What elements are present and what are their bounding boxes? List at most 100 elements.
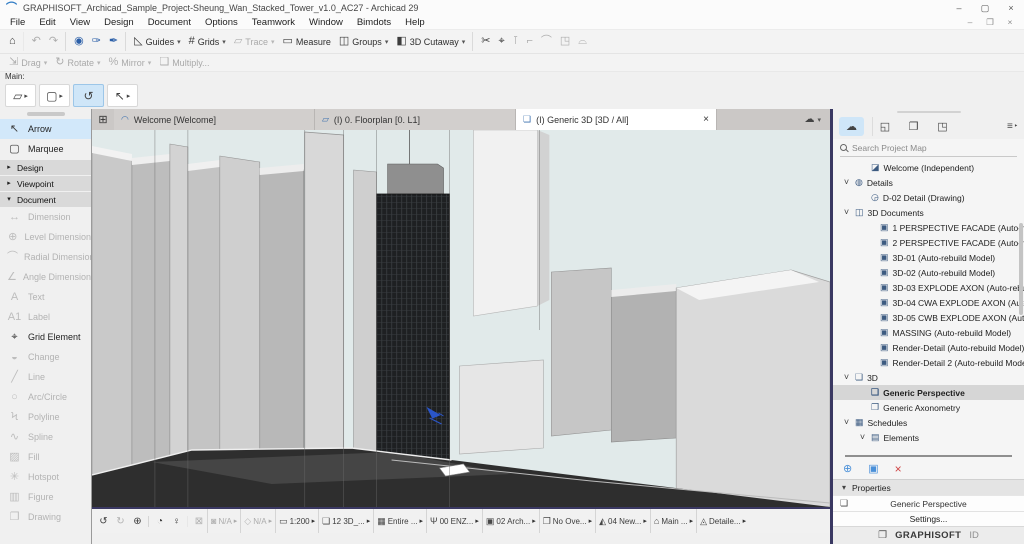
tree-item[interactable]: ▣ 3D-04 CWA EXPLODE AXON (Auto-rebuild M…	[833, 295, 1024, 310]
tree-item[interactable]: ˅ ◫ 3D Documents	[833, 205, 1024, 220]
explore-icon[interactable]: ♀	[168, 516, 185, 527]
project-map-search-input[interactable]	[852, 143, 1002, 153]
toolbox-item[interactable]: ⌖ Grid Element	[0, 327, 91, 347]
split-button[interactable]: ✂	[472, 32, 494, 51]
tree-item[interactable]: ▣ 3D-01 (Auto-rebuild Model)	[833, 250, 1024, 265]
stretch-button[interactable]: ⌓	[574, 32, 591, 51]
fillet-button[interactable]: ⌒	[537, 32, 556, 51]
publisher-panel-icon[interactable]: ◳	[930, 117, 955, 136]
pen-set-chip[interactable]: ▣ 02 Arch... ▸	[482, 509, 539, 533]
fit-in-window-icon[interactable]: ⊠	[187, 516, 207, 527]
measure-button[interactable]: ▭ Measure	[278, 32, 334, 51]
toolbox-item[interactable]: ⌒ Radial Dimension	[0, 247, 91, 267]
tree-item[interactable]: ▣ 1 PERSPECTIVE FACADE (Auto-rebuild Mod…	[833, 220, 1024, 235]
doc-minimize-button[interactable]: –	[960, 17, 980, 28]
panel-menu-button[interactable]: ≡ ‣	[1007, 121, 1018, 132]
redo-button[interactable]: ↷	[45, 32, 62, 51]
menu-item[interactable]: Options	[198, 17, 245, 28]
toolbox-item[interactable]: ❐ Drawing	[0, 507, 91, 527]
doc-close-button[interactable]: ×	[1000, 17, 1020, 28]
project-map-panel-icon[interactable]: ☁	[839, 117, 864, 136]
tree-horizontal-scrollbar[interactable]	[833, 452, 1024, 459]
view-map-panel-icon[interactable]: ◱	[872, 117, 897, 136]
menu-item[interactable]: Design	[97, 17, 141, 28]
menu-item[interactable]: Bimdots	[350, 17, 398, 28]
layer-combination-chip[interactable]: ❏ 12 3D_... ▸	[318, 509, 373, 533]
increase-zoom-icon[interactable]: ⊕	[129, 516, 146, 527]
origin-chip[interactable]: Ψ 00 ENZ... ▸	[426, 509, 482, 533]
close-button[interactable]: ×	[998, 0, 1024, 16]
tree-item[interactable]: ◶ D-02 Detail (Drawing)	[833, 190, 1024, 205]
tree-item[interactable]: ▣ Render-Detail 2 (Auto-rebuild Model)	[833, 355, 1024, 370]
zoom-previous-icon[interactable]: ↺	[95, 516, 112, 527]
menu-item[interactable]: Document	[141, 17, 198, 28]
toolbox-item[interactable]: ▨ Fill	[0, 447, 91, 467]
toolbox-item[interactable]: ∿ Spline	[0, 427, 91, 447]
viewpoint-settings-icon[interactable]: ▣	[868, 464, 878, 475]
trim-button[interactable]: ⌐	[522, 32, 536, 51]
drag-button[interactable]: ⇲ Drag ▾	[5, 53, 51, 72]
toolbox-item[interactable]: A Text	[0, 287, 91, 307]
sun-position-chip[interactable]: ◇ N/A ▸	[240, 509, 275, 533]
toolbox-item[interactable]: ⊕ Level Dimension	[0, 227, 91, 247]
tree-item[interactable]: ▣ 2 PERSPECTIVE FACADE (Auto-rebuild Mod…	[833, 235, 1024, 250]
structure-display-chip[interactable]: ▦ Entire ... ▸	[373, 509, 426, 533]
tree-item[interactable]: ❏ Generic Perspective	[833, 385, 1024, 400]
settings-button[interactable]: Settings...	[833, 511, 1024, 526]
orbit-tool-button[interactable]: ↺	[73, 84, 104, 107]
tree-item[interactable]: ▣ 3D-03 EXPLODE AXON (Auto-rebuild Model…	[833, 280, 1024, 295]
tree-item[interactable]: ˅ ❏ 3D	[833, 370, 1024, 385]
toolbox-item[interactable]: ▸ Design	[0, 160, 91, 175]
undo-button[interactable]: ↶	[23, 32, 45, 51]
grids-button[interactable]: # Grids ▾	[185, 32, 230, 51]
tree-expander-icon[interactable]: ˅	[842, 418, 851, 427]
flythrough-chip[interactable]: ◙ N/A ▸	[207, 509, 240, 533]
adjust-button[interactable]: ⌖	[495, 32, 509, 51]
tree-item[interactable]: ˅ ◍ Details	[833, 175, 1024, 190]
tree-item[interactable]: ❐ Generic Axonometry	[833, 400, 1024, 415]
groups-button[interactable]: ◫ Groups ▾	[335, 32, 392, 51]
toolbox-item[interactable]: A1 Label	[0, 307, 91, 327]
toolbox-item[interactable]: ▢ Marquee	[0, 139, 91, 159]
tree-item[interactable]: ▣ 3D-02 (Auto-rebuild Model)	[833, 265, 1024, 280]
graphisoft-id-button[interactable]: ❐ GRAPHISOFT ID	[833, 526, 1024, 544]
inject-parameters-button[interactable]: ✑	[88, 32, 105, 51]
tree-item[interactable]: ˅ ▤ Elements	[833, 430, 1024, 445]
marquee-multi-tool-button[interactable]: ▱ ▸	[5, 84, 36, 107]
tab-welcome[interactable]: ◠ Welcome [Welcome]	[114, 109, 315, 130]
menu-item[interactable]: Window	[302, 17, 350, 28]
toolbox-item[interactable]: ↖ Arrow	[0, 119, 91, 139]
doc-restore-button[interactable]: ❐	[980, 17, 1000, 28]
zoom-next-icon[interactable]: ↻	[112, 516, 129, 527]
intersect-button[interactable]: ⊺	[509, 32, 523, 51]
home-button[interactable]: ⌂	[5, 32, 20, 51]
tree-item[interactable]: ▣ Render-Detail (Auto-rebuild Model)	[833, 340, 1024, 355]
tree-expander-icon[interactable]: ˅	[842, 208, 851, 217]
delete-viewpoint-icon[interactable]: ×	[895, 463, 902, 475]
detail-level-chip[interactable]: ◬ Detaile... ▸	[696, 509, 749, 533]
cutaway-button[interactable]: ◧ 3D Cutaway ▾	[392, 32, 469, 51]
properties-section-header[interactable]: ▾ Properties	[833, 479, 1024, 495]
menu-item[interactable]: View	[63, 17, 97, 28]
window-settings-dropdown[interactable]: ☁ ▾	[795, 109, 830, 130]
pick-color-button[interactable]: ✒	[105, 32, 122, 51]
toolbox-scroll-handle[interactable]	[27, 112, 65, 116]
tab-floorplan[interactable]: ▱ (I) 0. Floorplan [0. L1]	[315, 109, 516, 130]
menu-item[interactable]: Teamwork	[245, 17, 302, 28]
orbit-icon[interactable]: ◔	[148, 516, 168, 527]
tree-expander-icon[interactable]: ˅	[858, 433, 867, 442]
minimize-button[interactable]: –	[946, 0, 972, 16]
trace-button[interactable]: ▱ Trace ▾	[230, 32, 279, 51]
multiply-button[interactable]: ❑ Multiply...	[155, 53, 213, 72]
toolbox-item[interactable]: ◒ Change	[0, 347, 91, 367]
tree-expander-icon[interactable]: ˅	[842, 178, 851, 187]
quick-options-icon[interactable]: ⊞	[92, 109, 114, 130]
menu-item[interactable]: File	[3, 17, 32, 28]
toolbox-item[interactable]: Ϟ Polyline	[0, 407, 91, 427]
guides-button[interactable]: ◺ Guides ▾	[125, 32, 185, 51]
toolbox-item[interactable]: ▸ Viewpoint	[0, 176, 91, 191]
layout-book-panel-icon[interactable]: ❐	[901, 117, 926, 136]
mirror-button[interactable]: % Mirror ▾	[105, 53, 156, 72]
tree-item[interactable]: ◪ Welcome (Independent)	[833, 160, 1024, 175]
graphic-override-chip[interactable]: ❐ No Ove... ▸	[539, 509, 595, 533]
